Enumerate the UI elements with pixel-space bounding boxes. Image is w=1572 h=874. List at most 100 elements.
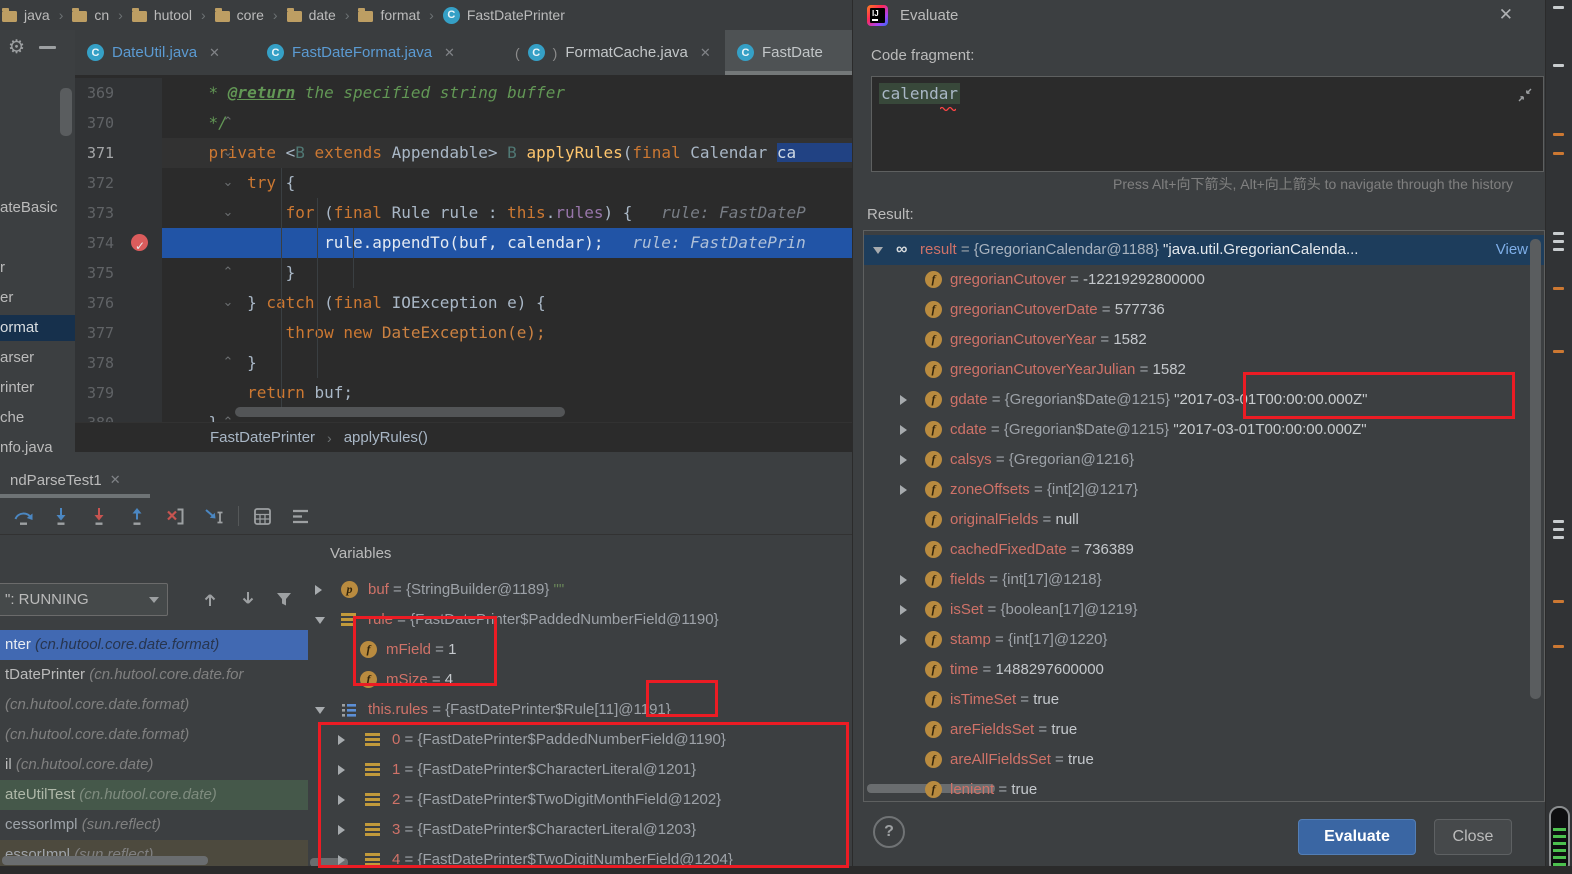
expanded-arrow-icon[interactable] xyxy=(315,617,325,624)
code-line[interactable]: 372 ⌄ try { xyxy=(75,168,852,198)
editor-gutter[interactable]: 372 ⌄ xyxy=(75,168,233,198)
editor-horizontal-scrollbar[interactable] xyxy=(235,407,565,417)
evaluate-button[interactable]: Evaluate xyxy=(1298,819,1416,855)
collapsed-arrow-icon[interactable] xyxy=(900,395,907,405)
project-tree-item[interactable]: arser xyxy=(0,345,75,371)
breadcrumb-item[interactable]: C FastDatePrinter xyxy=(442,6,565,24)
step-into-icon[interactable] xyxy=(46,503,76,529)
close-icon[interactable]: ✕ xyxy=(444,45,455,61)
collapsed-arrow-icon[interactable] xyxy=(900,575,907,585)
result-row[interactable]: f calsys = {Gregorian@1216} xyxy=(864,445,1544,475)
code-line[interactable]: 373 ⌄ for (final Rule rule : this.rules) … xyxy=(75,198,852,228)
result-row[interactable]: f fields = {int[17]@1218} xyxy=(864,565,1544,595)
filter-icon[interactable] xyxy=(270,585,298,613)
editor-tab[interactable]: C DateUtil.java ✕ xyxy=(75,30,255,75)
expanded-arrow-icon[interactable] xyxy=(315,707,325,714)
help-button[interactable]: ? xyxy=(873,816,905,848)
breadcrumb-method[interactable]: applyRules() xyxy=(344,429,428,446)
collapsed-arrow-icon[interactable] xyxy=(900,455,907,465)
result-row[interactable]: f cachedFixedDate = 736389 xyxy=(864,535,1544,565)
code-line[interactable]: 376 ⌄ } catch (final IOException e) { xyxy=(75,288,852,318)
editor-gutter[interactable]: 378 ⌃ xyxy=(75,348,233,378)
project-tree-item[interactable]: nfo.java xyxy=(0,435,75,461)
threads-dropdown[interactable]: ": RUNNING xyxy=(0,583,168,616)
collapsed-arrow-icon[interactable] xyxy=(900,605,907,615)
frames-scrollbar[interactable] xyxy=(2,856,208,865)
code-line[interactable]: 375 ⌃ } xyxy=(75,258,852,288)
breakpoint-icon[interactable] xyxy=(131,231,148,261)
fold-collapse-icon[interactable]: ⌄ xyxy=(221,288,235,318)
run-to-cursor-icon[interactable] xyxy=(198,503,228,529)
layout-settings-icon[interactable] xyxy=(285,503,315,529)
collapsed-arrow-icon[interactable] xyxy=(315,585,322,595)
result-row[interactable]: f lenient = true xyxy=(864,775,1544,801)
variable-row[interactable]: p buf = {StringBuilder@1189} "" xyxy=(308,575,852,605)
result-row[interactable]: f areFieldsSet = true xyxy=(864,715,1544,745)
stack-frame-row[interactable]: (cn.hutool.core.date.format) xyxy=(0,690,308,720)
project-tree-item[interactable]: r xyxy=(0,255,75,281)
breadcrumb-item[interactable]: cn xyxy=(72,7,109,23)
result-row[interactable]: f gregorianCutoverYear = 1582 xyxy=(864,325,1544,355)
evaluate-expression-icon[interactable] xyxy=(247,503,277,529)
collapsed-arrow-icon[interactable] xyxy=(900,635,907,645)
breadcrumb-item[interactable]: date xyxy=(286,7,336,23)
code-line[interactable]: 378 ⌃ } xyxy=(75,348,852,378)
breadcrumb-item[interactable]: format xyxy=(358,7,420,23)
step-out-icon[interactable] xyxy=(122,503,152,529)
close-icon[interactable]: ✕ xyxy=(700,45,711,61)
result-row[interactable]: f isTimeSet = true xyxy=(864,685,1544,715)
code-editor[interactable]: 369 * @return the specified string buffe… xyxy=(75,75,852,422)
tab-debug-session[interactable]: ndParseTest1 ✕ xyxy=(10,466,121,494)
fold-expand-icon[interactable]: ⌃ xyxy=(221,408,235,422)
result-row[interactable]: f zoneOffsets = {int[2]@1217} xyxy=(864,475,1544,505)
collapsed-arrow-icon[interactable] xyxy=(900,485,907,495)
code-line[interactable]: 371 ⌄ private <B extends Appendable> B ap… xyxy=(75,138,852,168)
result-row[interactable]: f time = 1488297600000 xyxy=(864,655,1544,685)
hide-panel-icon[interactable] xyxy=(39,45,57,49)
close-button[interactable]: Close xyxy=(1434,819,1512,855)
fold-expand-icon[interactable]: ⌃ xyxy=(221,348,235,378)
result-row[interactable]: f areAllFieldsSet = true xyxy=(864,745,1544,775)
gear-icon[interactable]: ⚙ xyxy=(8,38,25,57)
stack-frame-row[interactable]: tDatePrinter (cn.hutool.core.date.for xyxy=(0,660,308,690)
editor-tab[interactable]: (C) FormatCache.java ✕ xyxy=(503,30,725,75)
fold-collapse-icon[interactable]: ⌄ xyxy=(221,168,235,198)
editor-gutter[interactable]: 371 ⌄ xyxy=(75,138,233,168)
variable-row[interactable]: this.rules = {FastDatePrinter$Rule[11]@1… xyxy=(308,695,852,725)
result-row[interactable]: f gregorianCutoverDate = 577736 xyxy=(864,295,1544,325)
code-line[interactable]: 369 * @return the specified string buffe… xyxy=(75,78,852,108)
close-icon[interactable]: ✕ xyxy=(1499,5,1513,25)
fold-expand-icon[interactable]: ⌃ xyxy=(221,108,235,138)
editor-gutter[interactable]: 380 ⌃ xyxy=(75,408,233,422)
code-line[interactable]: 370 ⌃ */ xyxy=(75,108,852,138)
result-vertical-scrollbar[interactable] xyxy=(1530,239,1541,699)
project-scrollbar[interactable] xyxy=(60,88,72,136)
result-row[interactable]: f stamp = {int[17]@1220} xyxy=(864,625,1544,655)
close-icon[interactable]: ✕ xyxy=(110,472,121,488)
fold-expand-icon[interactable]: ⌃ xyxy=(221,258,235,288)
code-fragment-text[interactable]: calendar xyxy=(879,83,961,104)
editor-gutter[interactable]: 374 xyxy=(75,228,162,261)
code-fragment-editor[interactable]: calendar xyxy=(871,76,1544,172)
result-row[interactable]: f isSet = {boolean[17]@1219} xyxy=(864,595,1544,625)
result-row[interactable]: ∞ result = {GregorianCalendar@1188} "java… xyxy=(864,235,1544,265)
project-tree-item[interactable]: ormat xyxy=(0,315,75,341)
stack-frame-row[interactable]: ateUtilTest (cn.hutool.core.date) xyxy=(0,780,308,810)
frame-down-icon[interactable] xyxy=(234,585,262,613)
code-line[interactable]: 377 throw new DateException(e); xyxy=(75,318,852,348)
breadcrumb-class[interactable]: FastDatePrinter xyxy=(210,429,315,446)
editor-gutter[interactable]: 375 ⌃ xyxy=(75,258,233,288)
stack-frame-row[interactable]: cessorImpl (sun.reflect) xyxy=(0,810,308,840)
editor-gutter[interactable]: 369 xyxy=(75,78,162,108)
force-step-into-icon[interactable] xyxy=(84,503,114,529)
stack-frame-row[interactable]: (cn.hutool.core.date.format) xyxy=(0,720,308,750)
editor-gutter[interactable]: 370 ⌃ xyxy=(75,108,233,138)
collapse-icon[interactable] xyxy=(1517,87,1533,103)
stack-frame-row[interactable]: il (cn.hutool.core.date) xyxy=(0,750,308,780)
editor-tab[interactable]: C FastDateFormat.java ✕ xyxy=(255,30,503,75)
project-tree-item[interactable]: rinter xyxy=(0,375,75,401)
fold-collapse-icon[interactable]: ⌄ xyxy=(221,138,235,168)
breadcrumb-item[interactable]: java xyxy=(2,7,50,23)
editor-gutter[interactable]: 373 ⌄ xyxy=(75,198,233,228)
breadcrumb-item[interactable]: hutool xyxy=(131,7,192,23)
